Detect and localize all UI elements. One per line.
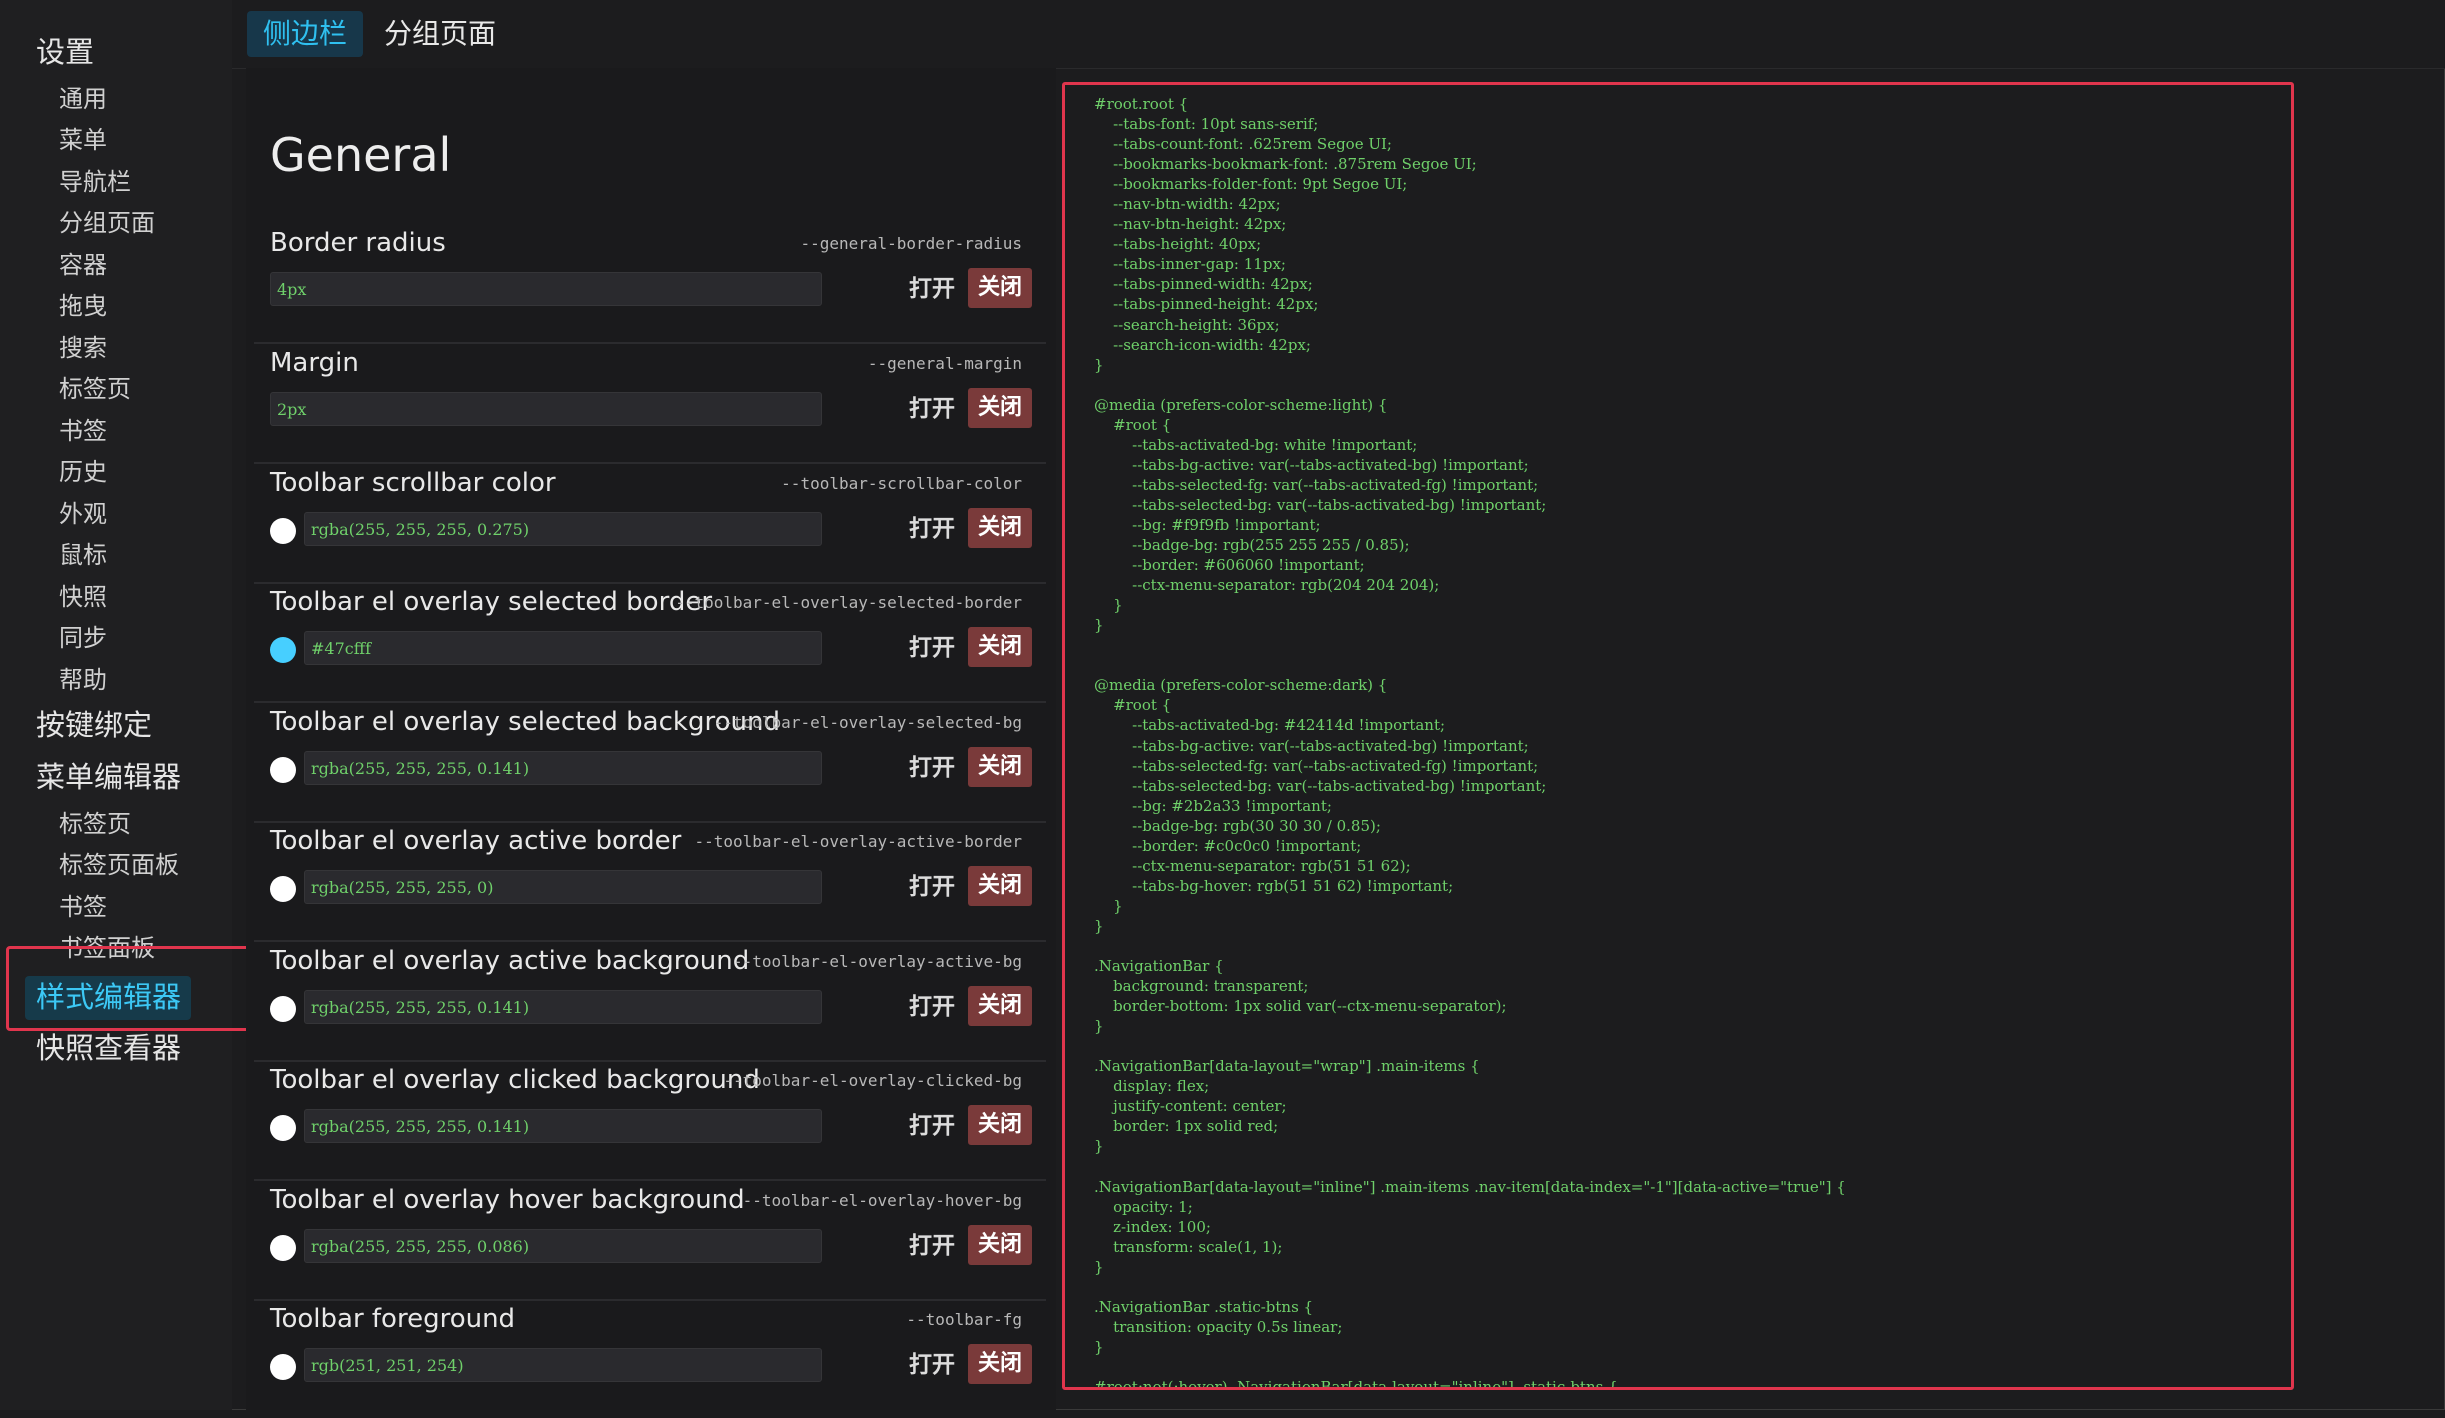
open-button[interactable]: 打开 <box>909 1346 955 1384</box>
css-code-text[interactable]: #root.root { --tabs-font: 10pt sans-seri… <box>1094 94 1846 1390</box>
color-swatch[interactable] <box>270 1354 296 1380</box>
setting-value-input[interactable]: rgba(255, 255, 255, 0.141) <box>304 751 822 785</box>
setting-row-overlay-selected-bg: Toolbar el overlay selected background -… <box>254 703 1046 823</box>
sidebar-heading-keybindings[interactable]: 按键绑定 <box>36 711 152 740</box>
open-button[interactable]: 打开 <box>909 749 955 787</box>
sidebar-item-navbar[interactable]: 导航栏 <box>59 170 131 194</box>
setting-label: Toolbar scrollbar color <box>270 468 556 498</box>
sidebar-item-sync[interactable]: 同步 <box>59 626 107 650</box>
setting-value-input[interactable]: rgba(255, 255, 255, 0.141) <box>304 1109 822 1143</box>
sidebar-item-containers[interactable]: 容器 <box>59 253 107 277</box>
css-code-editor[interactable]: #root.root { --tabs-font: 10pt sans-seri… <box>1066 82 2296 1390</box>
color-swatch[interactable] <box>270 518 296 544</box>
setting-label: Border radius <box>270 228 446 258</box>
open-button[interactable]: 打开 <box>909 390 955 428</box>
setting-css-var: --toolbar-el-overlay-active-border <box>694 832 1022 851</box>
setting-label: Toolbar el overlay selected background <box>270 707 780 737</box>
open-button[interactable]: 打开 <box>909 629 955 667</box>
open-button[interactable]: 打开 <box>909 988 955 1026</box>
color-swatch[interactable] <box>270 757 296 783</box>
sidebar-item-mouse[interactable]: 鼠标 <box>59 543 107 567</box>
section-title: General <box>270 128 452 182</box>
setting-value-input[interactable]: 2px <box>270 392 822 426</box>
sidebar-item-search[interactable]: 搜索 <box>59 336 107 360</box>
sidebar-item-menu[interactable]: 菜单 <box>59 128 107 152</box>
sidebar-item-bookmarks[interactable]: 书签 <box>59 419 107 443</box>
sidebar-item-drag[interactable]: 拖曳 <box>59 294 107 318</box>
setting-row-overlay-hover-bg: Toolbar el overlay hover background --to… <box>254 1181 1046 1301</box>
setting-css-var: --toolbar-el-overlay-selected-bg <box>713 713 1022 732</box>
color-swatch[interactable] <box>270 996 296 1022</box>
close-button[interactable]: 关闭 <box>968 1105 1032 1145</box>
sidebar-item-group-page[interactable]: 分组页面 <box>59 211 155 235</box>
sidebar-item-general[interactable]: 通用 <box>59 87 107 111</box>
sidebar-heading-snapshot-viewer[interactable]: 快照查看器 <box>36 1034 181 1063</box>
close-button[interactable]: 关闭 <box>968 747 1032 787</box>
color-swatch[interactable] <box>270 637 296 663</box>
open-button[interactable]: 打开 <box>909 1227 955 1265</box>
sidebar-item-tabs[interactable]: 标签页 <box>59 377 131 401</box>
setting-row-overlay-clicked-bg: Toolbar el overlay clicked background --… <box>254 1061 1046 1181</box>
setting-css-var: --general-margin <box>867 354 1022 373</box>
sidebar-item-menu-tabs-panel[interactable]: 标签页面板 <box>59 853 179 877</box>
tab-group-page[interactable]: 分组页面 <box>368 11 512 57</box>
setting-css-var: --toolbar-el-overlay-active-bg <box>733 952 1022 971</box>
setting-row-overlay-selected-border: Toolbar el overlay selected border --too… <box>254 583 1046 703</box>
setting-row-toolbar-scrollbar-color: Toolbar scrollbar color --toolbar-scroll… <box>254 464 1046 584</box>
setting-row-toolbar-foreground: Toolbar foreground --toolbar-fg rgb(251,… <box>254 1300 1046 1418</box>
setting-label: Toolbar el overlay active border <box>270 826 682 856</box>
setting-css-var: --toolbar-el-overlay-selected-border <box>675 593 1022 612</box>
close-button[interactable]: 关闭 <box>968 268 1032 308</box>
sidebar-item-help[interactable]: 帮助 <box>59 668 107 692</box>
setting-value-input[interactable]: rgba(255, 255, 255, 0.086) <box>304 1229 822 1263</box>
setting-label: Margin <box>270 348 359 378</box>
setting-row-overlay-active-border: Toolbar el overlay active border --toolb… <box>254 822 1046 942</box>
color-swatch[interactable] <box>270 876 296 902</box>
setting-label: Toolbar el overlay selected border <box>270 587 713 617</box>
color-swatch[interactable] <box>270 1115 296 1141</box>
setting-value-input[interactable]: #47cfff <box>304 631 822 665</box>
setting-row-margin: Margin --general-margin 2px 打开 关闭 <box>254 344 1046 464</box>
close-button[interactable]: 关闭 <box>968 388 1032 428</box>
setting-value-input[interactable]: rgba(255, 255, 255, 0.141) <box>304 990 822 1024</box>
sidebar: 设置 通用 菜单 导航栏 分组页面 容器 拖曳 搜索 标签页 书签 历史 外观 … <box>0 0 232 1410</box>
close-button[interactable]: 关闭 <box>968 1225 1032 1265</box>
color-swatch[interactable] <box>270 1235 296 1261</box>
close-button[interactable]: 关闭 <box>968 986 1032 1026</box>
setting-label: Toolbar el overlay active background <box>270 946 750 976</box>
tab-sidebar[interactable]: 侧边栏 <box>247 11 364 57</box>
open-button[interactable]: 打开 <box>909 1107 955 1145</box>
close-button[interactable]: 关闭 <box>968 627 1032 667</box>
close-button[interactable]: 关闭 <box>968 866 1032 906</box>
setting-label: Toolbar el overlay hover background <box>270 1185 745 1215</box>
close-button[interactable]: 关闭 <box>968 508 1032 548</box>
close-button[interactable]: 关闭 <box>968 1344 1032 1384</box>
setting-css-var: --general-border-radius <box>800 234 1022 253</box>
setting-value-input[interactable]: rgba(255, 255, 255, 0) <box>304 870 822 904</box>
open-button[interactable]: 打开 <box>909 270 955 308</box>
setting-value-input[interactable]: 4px <box>270 272 822 306</box>
setting-css-var: --toolbar-el-overlay-clicked-bg <box>723 1071 1022 1090</box>
sidebar-item-menu-tabs[interactable]: 标签页 <box>59 812 131 836</box>
setting-label: Toolbar foreground <box>270 1304 516 1334</box>
setting-css-var: --toolbar-el-overlay-hover-bg <box>742 1191 1022 1210</box>
sidebar-item-history[interactable]: 历史 <box>59 460 107 484</box>
setting-value-input[interactable]: rgb(251, 251, 254) <box>304 1348 822 1382</box>
sidebar-item-appearance[interactable]: 外观 <box>59 502 107 526</box>
sidebar-item-menu-bookmarks[interactable]: 书签 <box>59 895 107 919</box>
sidebar-highlight-box <box>6 946 258 1031</box>
setting-row-border-radius: Border radius --general-border-radius 4p… <box>254 224 1046 344</box>
sidebar-heading-settings[interactable]: 设置 <box>36 38 94 67</box>
open-button[interactable]: 打开 <box>909 868 955 906</box>
sidebar-heading-menu-editor[interactable]: 菜单编辑器 <box>36 763 181 792</box>
setting-row-overlay-active-bg: Toolbar el overlay active background --t… <box>254 942 1046 1062</box>
setting-css-var: --toolbar-scrollbar-color <box>781 474 1022 493</box>
open-button[interactable]: 打开 <box>909 510 955 548</box>
setting-label: Toolbar el overlay clicked background <box>270 1065 760 1095</box>
sidebar-item-snapshots[interactable]: 快照 <box>59 585 107 609</box>
setting-css-var: --toolbar-fg <box>906 1310 1022 1329</box>
top-tab-bar: 侧边栏 分组页面 <box>232 0 2445 69</box>
setting-value-input[interactable]: rgba(255, 255, 255, 0.275) <box>304 512 822 546</box>
